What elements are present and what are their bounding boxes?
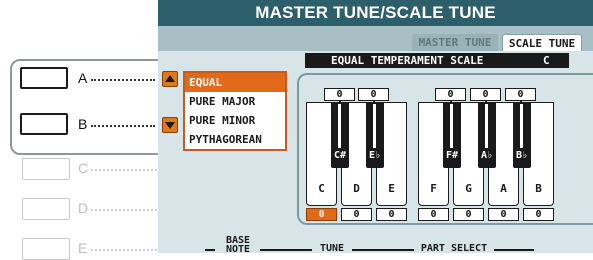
panel-button-e[interactable] bbox=[22, 238, 70, 260]
base-note-label-line2: NOTE bbox=[225, 244, 251, 255]
tune-value-f[interactable]: 0 bbox=[418, 208, 449, 221]
panel-button-d[interactable] bbox=[22, 198, 70, 220]
tune-value-b-flat[interactable]: 0 bbox=[505, 88, 536, 101]
scroll-up-arrow-icon[interactable] bbox=[162, 71, 178, 87]
tune-value-g[interactable]: 0 bbox=[453, 208, 484, 221]
black-key-highlight bbox=[450, 104, 453, 148]
black-key-highlight bbox=[520, 104, 523, 148]
white-key-label-a: A bbox=[500, 182, 507, 195]
panel-button-a-leader bbox=[91, 79, 155, 81]
panel-button-c-label: C bbox=[78, 160, 89, 176]
panel-button-b-label: B bbox=[78, 116, 88, 132]
white-key-label-e: E bbox=[388, 182, 395, 195]
window-title: MASTER TUNE/SCALE TUNE bbox=[255, 3, 496, 22]
black-key-highlight bbox=[373, 104, 376, 148]
panel-button-e-leader bbox=[91, 249, 157, 251]
white-key-label-d: D bbox=[353, 182, 360, 195]
white-key-label-b: B bbox=[535, 182, 542, 195]
scale-item-equal[interactable]: EQUAL bbox=[185, 73, 285, 92]
scale-type-list: EQUAL PURE MAJOR PURE MINOR PYTHAGOREAN bbox=[183, 71, 287, 151]
tab-scale-tune[interactable]: SCALE TUNE bbox=[502, 34, 582, 51]
scale-header-label: EQUAL TEMPERAMENT SCALE bbox=[331, 54, 484, 67]
black-key-label-b-flat: B♭ bbox=[515, 150, 529, 161]
panel-button-d-label: D bbox=[78, 200, 89, 216]
panel-button-c-leader bbox=[91, 169, 157, 171]
tune-value-a[interactable]: 0 bbox=[488, 208, 519, 221]
panel-button-c[interactable] bbox=[22, 158, 70, 180]
black-key-highlight bbox=[485, 104, 488, 148]
black-key-label-a-flat: A♭ bbox=[480, 150, 494, 161]
black-key-highlight bbox=[338, 104, 341, 148]
panel-button-b-leader bbox=[91, 125, 155, 127]
black-key-label-c-sharp: C# bbox=[333, 150, 347, 161]
tune-value-e[interactable]: 0 bbox=[376, 208, 407, 221]
white-key-label-g: G bbox=[465, 182, 472, 195]
scale-header-key: C bbox=[543, 54, 550, 67]
scroll-down-arrow-icon[interactable] bbox=[162, 117, 178, 133]
scale-item-pure-minor[interactable]: PURE MINOR bbox=[185, 111, 285, 130]
black-key-label-e-flat: E♭ bbox=[368, 150, 382, 161]
tune-value-a-flat[interactable]: 0 bbox=[470, 88, 501, 101]
panel-button-a[interactable] bbox=[20, 67, 68, 89]
divider-line bbox=[205, 249, 215, 251]
tune-value-b[interactable]: 0 bbox=[523, 208, 554, 221]
tab-master-tune[interactable]: MASTER TUNE bbox=[412, 34, 498, 51]
tune-value-f-sharp[interactable]: 0 bbox=[435, 88, 466, 101]
scale-item-pure-major[interactable]: PURE MAJOR bbox=[185, 92, 285, 111]
divider-line bbox=[494, 249, 534, 251]
scale-item-pythagorean[interactable]: PYTHAGOREAN bbox=[185, 130, 285, 149]
divider-line bbox=[352, 249, 414, 251]
panel-button-a-label: A bbox=[78, 70, 88, 86]
black-key-label-f-sharp: F# bbox=[445, 150, 459, 161]
tune-value-e-flat[interactable]: 0 bbox=[358, 88, 389, 101]
white-key-label-c: C bbox=[318, 182, 325, 195]
divider-line bbox=[260, 249, 312, 251]
panel-button-b[interactable] bbox=[20, 113, 68, 135]
tune-value-c[interactable]: 0 bbox=[306, 208, 337, 221]
panel-button-d-leader bbox=[91, 209, 157, 211]
tune-value-c-sharp[interactable]: 0 bbox=[324, 88, 355, 101]
panel-button-e-label: E bbox=[78, 240, 88, 256]
white-key-label-f: F bbox=[430, 182, 437, 195]
tune-value-d[interactable]: 0 bbox=[341, 208, 372, 221]
scale-header: EQUAL TEMPERAMENT SCALE C bbox=[305, 53, 569, 68]
